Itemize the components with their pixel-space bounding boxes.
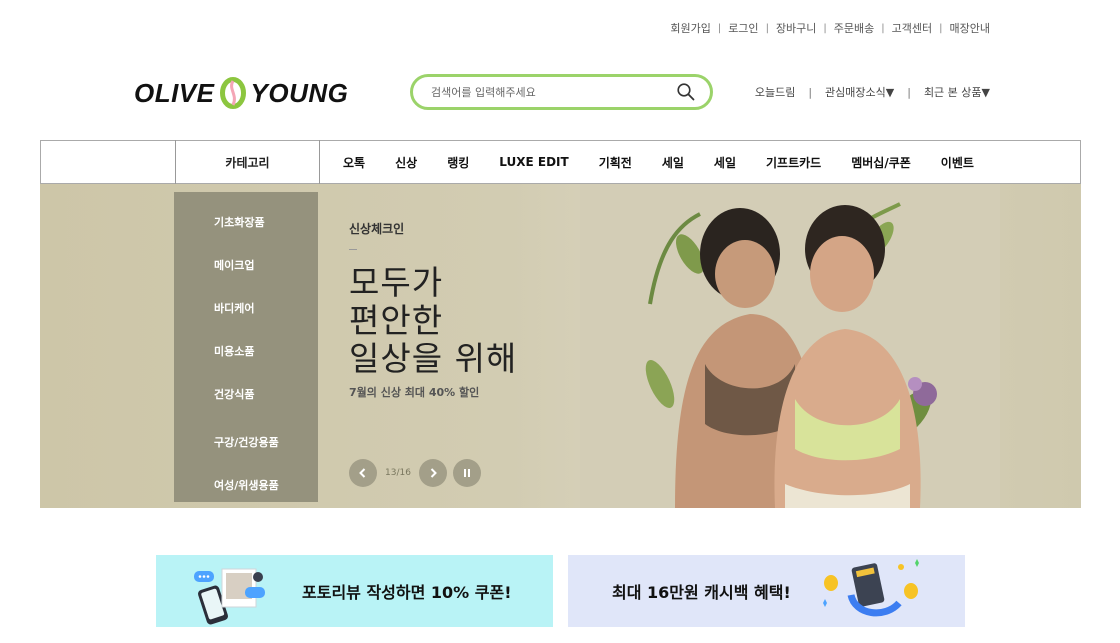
category-button[interactable]: 카테고리 (175, 140, 320, 184)
banner-controls: 13/16 (349, 459, 481, 487)
menu-luxe-edit[interactable]: LUXE EDIT (499, 155, 568, 169)
today-delivery-link[interactable]: 오늘드림 (755, 84, 795, 100)
menu-event[interactable]: 이벤트 (941, 154, 974, 171)
search-icon[interactable] (676, 82, 696, 102)
category-health-food[interactable]: 건강식품 (174, 386, 318, 402)
divider: | (881, 22, 885, 34)
divider: | (717, 22, 722, 34)
login-link[interactable]: 로그인 (728, 20, 758, 36)
logo-word-olive: OLIVE (134, 77, 215, 108)
global-nav: 카테고리 오톡 신상 랭킹 LUXE EDIT 기획전 세일 세일 기프트카드 … (40, 140, 1081, 184)
menu-exhibition[interactable]: 기획전 (599, 154, 632, 171)
category-feminine-hygiene[interactable]: 여성/위생용품 (174, 477, 318, 493)
menu-sale-2[interactable]: 세일 (714, 154, 736, 171)
search-bar (410, 74, 713, 110)
signup-link[interactable]: 회원가입 (670, 20, 710, 36)
pause-slide-button[interactable] (452, 459, 481, 487)
cashback-promo[interactable]: 최대 16만원 캐시백 혜택! (568, 555, 965, 627)
category-makeup[interactable]: 메이크업 (174, 257, 318, 273)
banner-kicker: 신상체크인 (349, 222, 405, 236)
divider: | (808, 85, 813, 99)
store-info-link[interactable]: 매장안내 (950, 20, 990, 36)
pause-icon (463, 469, 470, 477)
divider: | (765, 22, 769, 34)
menu-otok[interactable]: 오톡 (343, 154, 365, 171)
hero-banner[interactable]: 기초화장품 메이크업 바디케어 미용소품 건강식품 구강/건강용품 여성/위생용… (40, 184, 1081, 508)
divider: | (823, 22, 827, 34)
category-oral-health[interactable]: 구강/건강용품 (174, 434, 318, 450)
category-bodycare[interactable]: 바디케어 (174, 300, 318, 316)
customer-center-link[interactable]: 고객센터 (892, 20, 932, 36)
phone-review-icon (194, 568, 265, 625)
card-cashback-icon (822, 559, 919, 617)
divider: | (907, 85, 911, 99)
divider (349, 249, 357, 250)
chevron-left-icon (359, 468, 366, 478)
chevron-right-icon (430, 468, 437, 478)
brand-logo[interactable]: OLIVE YOUNG (134, 76, 348, 110)
cashback-promo-text: 최대 16만원 캐시백 혜택! (612, 583, 791, 602)
menu-ranking[interactable]: 랭킹 (447, 154, 469, 171)
banner-copy: 신상체크인 모두가 편안한 일상을 위해 7월의 신상 최대 40% 할인 (349, 220, 517, 400)
menu-membership-coupon[interactable]: 멤버십/쿠폰 (851, 154, 911, 171)
menu-new[interactable]: 신상 (395, 154, 417, 171)
order-delivery-link[interactable]: 주문배송 (834, 20, 874, 36)
photo-review-promo-text: 포토리뷰 작성하면 10% 쿠폰! (302, 583, 512, 602)
slide-pager: 13/16 (385, 468, 411, 478)
banner-subtitle: 7월의 신상 최대 40% 할인 (349, 386, 480, 399)
logo-word-young: YOUNG (250, 77, 349, 108)
menu-sale[interactable]: 세일 (662, 154, 684, 171)
favorite-store-dropdown[interactable]: 관심매장소식▼ (825, 84, 894, 100)
divider: | (939, 22, 943, 34)
user-nav: 오늘드림 | 관심매장소식▼ | 최근 본 상품▼ (755, 84, 990, 100)
banner-headline: 모두가 편안한 일상을 위해 (349, 263, 518, 378)
logo-mark-icon (219, 77, 246, 109)
category-beauty-tools[interactable]: 미용소품 (174, 343, 318, 359)
search-input[interactable] (431, 85, 676, 99)
category-skincare[interactable]: 기초화장품 (174, 214, 318, 230)
next-slide-button[interactable] (418, 459, 447, 487)
menu-gift-card[interactable]: 기프트카드 (766, 154, 821, 171)
cart-link[interactable]: 장바구니 (776, 20, 816, 36)
banner-models-image (580, 184, 1000, 508)
prev-slide-button[interactable] (349, 459, 377, 487)
main-menu: 오톡 신상 랭킹 LUXE EDIT 기획전 세일 세일 기프트카드 멤버십/쿠… (343, 141, 1004, 183)
photo-review-promo[interactable]: 포토리뷰 작성하면 10% 쿠폰! (156, 555, 553, 627)
utility-nav: 회원가입 | 로그인 | 장바구니 | 주문배송 | 고객센터 | 매장안내 (670, 20, 990, 36)
recent-items-dropdown[interactable]: 최근 본 상품▼ (924, 84, 990, 100)
category-panel: 기초화장품 메이크업 바디케어 미용소품 건강식품 구강/건강용품 여성/위생용… (174, 192, 318, 502)
